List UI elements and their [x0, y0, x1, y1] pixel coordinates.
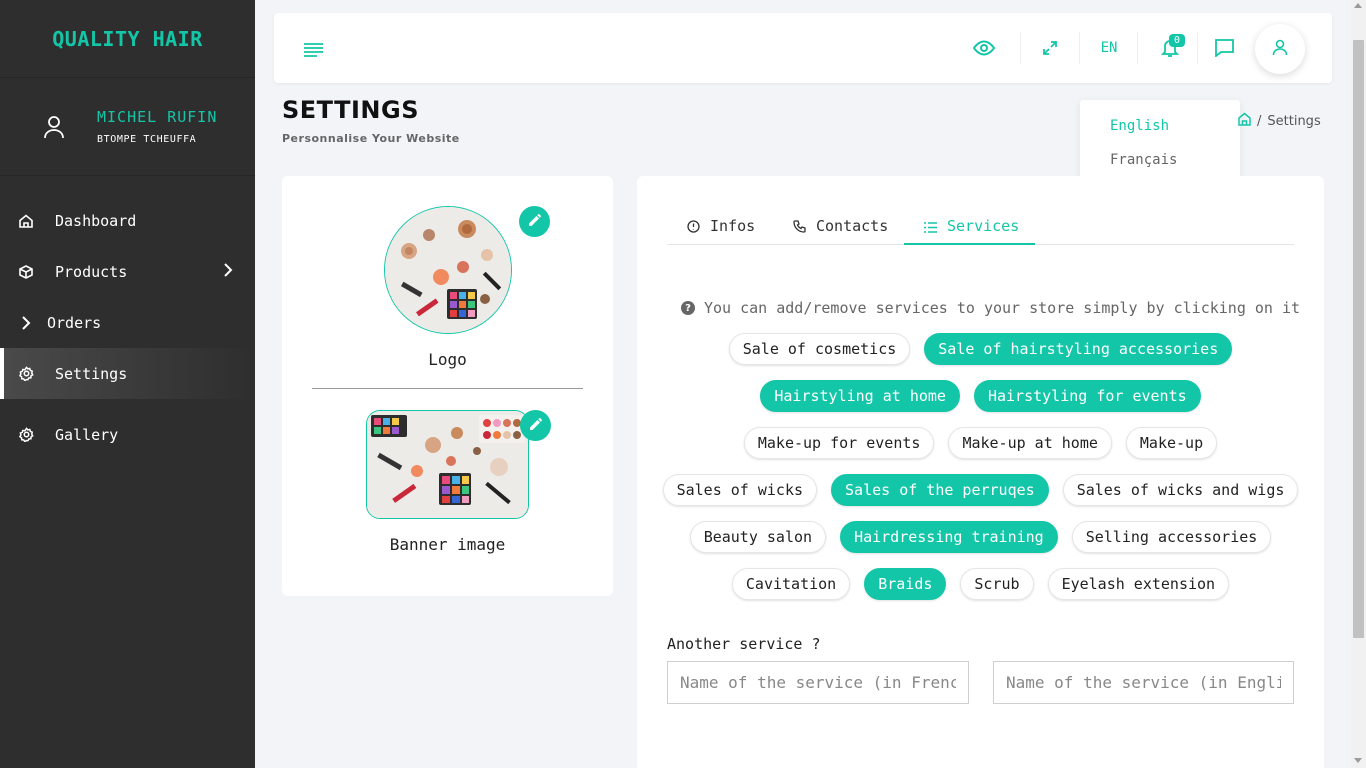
- user-icon: [1272, 39, 1288, 60]
- service-chip[interactable]: Sales of the perruqes: [831, 474, 1049, 506]
- settings-tabs: Infos Contacts Services: [667, 210, 1294, 245]
- service-chip[interactable]: Eyelash extension: [1047, 568, 1230, 600]
- service-chip[interactable]: Make-up: [1125, 427, 1218, 459]
- images-card: Logo Banner image: [282, 176, 613, 596]
- banner-image[interactable]: [366, 410, 529, 519]
- sidebar-item-label: Orders: [47, 313, 102, 332]
- phone-icon: [793, 219, 806, 237]
- home-icon[interactable]: [1238, 112, 1251, 130]
- service-chip[interactable]: Hairstyling for events: [973, 380, 1201, 412]
- service-chip[interactable]: Make-up at home: [948, 427, 1112, 459]
- separator: [1197, 32, 1198, 64]
- services-row: Sales of wicks Sales of the perruqes Sales…: [662, 474, 1299, 506]
- service-name-english-input[interactable]: [993, 661, 1294, 704]
- scroll-down-arrow[interactable]: [1354, 758, 1362, 763]
- banner-label: Banner image: [389, 535, 506, 554]
- scrollbar-thumb[interactable]: [1353, 40, 1364, 638]
- home-icon: [18, 213, 34, 229]
- gear-icon: [18, 427, 34, 443]
- help-icon: ?: [681, 301, 695, 315]
- hint-text: You can add/remove services to your stor…: [704, 299, 1301, 317]
- service-chip[interactable]: Selling accessories: [1071, 521, 1272, 553]
- breadcrumb: / Settings: [1238, 112, 1321, 130]
- services-row: Make-up for events Make-up at home Make-up: [667, 427, 1294, 459]
- tab-contacts[interactable]: Contacts: [793, 210, 888, 245]
- notification-badge: 0: [1169, 34, 1186, 47]
- services-row: Beauty salon Hairdressing training Selling…: [667, 521, 1294, 553]
- sidebar-item-products[interactable]: Products: [0, 246, 255, 297]
- services-row: Sale of cosmetics Sale of hairstyling acc…: [667, 333, 1294, 365]
- user-subtitle: BTOMPE TCHEUFFA: [97, 134, 197, 145]
- info-icon: [687, 219, 700, 237]
- chat-icon[interactable]: [1214, 13, 1234, 83]
- sidebar-item-label: Settings: [55, 364, 128, 383]
- services-row: Hairstyling at home Hairstyling for event…: [667, 380, 1294, 412]
- tab-infos[interactable]: Infos: [687, 210, 755, 245]
- service-name-french-input[interactable]: [667, 661, 969, 704]
- service-chip[interactable]: Sale of cosmetics: [728, 333, 911, 365]
- brand-logo[interactable]: QUALITY HAIR: [0, 0, 255, 78]
- language-selector[interactable]: EN: [1097, 13, 1121, 83]
- services-row: Cavitation Braids Scrub Eyelash extension: [667, 568, 1294, 600]
- sidebar-item-orders[interactable]: Orders: [0, 297, 255, 348]
- settings-card: Infos Contacts Services ? You can add/re…: [637, 176, 1324, 768]
- user-menu-button[interactable]: [1255, 24, 1305, 74]
- tab-label: Contacts: [816, 217, 889, 235]
- breadcrumb-separator: /: [1257, 113, 1262, 129]
- another-service-label: Another service ?: [667, 635, 821, 653]
- user-icon: [40, 113, 68, 141]
- breadcrumb-current: Settings: [1267, 113, 1321, 129]
- pencil-icon: [529, 416, 542, 435]
- page-title: SETTINGS: [282, 96, 419, 124]
- box-icon: [18, 264, 34, 280]
- menu-icon[interactable]: [303, 42, 324, 61]
- sidebar-item-label: Gallery: [55, 425, 119, 444]
- tab-services[interactable]: Services: [904, 210, 1036, 245]
- sidebar-nav: Dashboard Products Orders Settings Galle…: [0, 195, 255, 460]
- service-chip[interactable]: Cavitation: [731, 568, 851, 600]
- service-chip[interactable]: Hairdressing training: [840, 521, 1058, 553]
- service-chip[interactable]: Sales of wicks: [662, 474, 818, 506]
- sidebar: QUALITY HAIR MICHEL RUFIN BTOMPE TCHEUFF…: [0, 0, 255, 768]
- scroll-up-arrow[interactable]: [1354, 3, 1362, 8]
- logo-image[interactable]: [384, 206, 512, 334]
- service-chip[interactable]: Hairstyling at home: [760, 380, 960, 412]
- bell-icon[interactable]: 0: [1157, 13, 1186, 83]
- service-chip[interactable]: Make-up for events: [743, 427, 935, 459]
- service-chip[interactable]: Beauty salon: [689, 521, 827, 553]
- tab-label: Services: [947, 217, 1020, 235]
- sidebar-item-dashboard[interactable]: Dashboard: [0, 195, 255, 246]
- separator: [1020, 32, 1021, 64]
- tab-label: Infos: [710, 217, 756, 235]
- edit-banner-button[interactable]: [520, 410, 551, 441]
- eye-icon[interactable]: [972, 13, 996, 83]
- sidebar-item-gallery[interactable]: Gallery: [0, 409, 255, 460]
- edit-logo-button[interactable]: [519, 206, 550, 237]
- separator: [1137, 32, 1138, 64]
- chevron-right-icon: [18, 315, 34, 331]
- chevron-right-icon: [223, 263, 233, 281]
- user-profile: MICHEL RUFIN BTOMPE TCHEUFFA: [0, 78, 255, 176]
- top-header: EN 0: [274, 13, 1332, 83]
- sidebar-item-settings[interactable]: Settings: [0, 348, 255, 399]
- sidebar-item-label: Dashboard: [55, 211, 137, 230]
- fullscreen-icon[interactable]: [1040, 13, 1060, 83]
- language-dropdown: English Français: [1080, 100, 1240, 188]
- pencil-icon: [528, 212, 541, 231]
- language-option-english[interactable]: English: [1110, 118, 1240, 152]
- logo-label: Logo: [428, 350, 467, 369]
- service-chip[interactable]: Sale of hairstyling accessories: [924, 333, 1233, 365]
- sidebar-item-label: Products: [55, 262, 128, 281]
- divider: [312, 388, 583, 389]
- service-chip[interactable]: Braids: [864, 568, 947, 600]
- service-chip[interactable]: Scrub: [960, 568, 1034, 600]
- service-chip[interactable]: Sales of wicks and wigs: [1062, 474, 1299, 506]
- separator: [1079, 32, 1080, 64]
- services-hint: ? You can add/remove services to your st…: [681, 299, 1300, 317]
- list-icon: [924, 219, 937, 237]
- user-name: MICHEL RUFIN: [97, 108, 218, 126]
- services-list: Sale of cosmetics Sale of hairstyling acc…: [662, 333, 1299, 615]
- page-subtitle: Personnalise Your Website: [282, 132, 460, 145]
- gear-icon: [18, 366, 34, 382]
